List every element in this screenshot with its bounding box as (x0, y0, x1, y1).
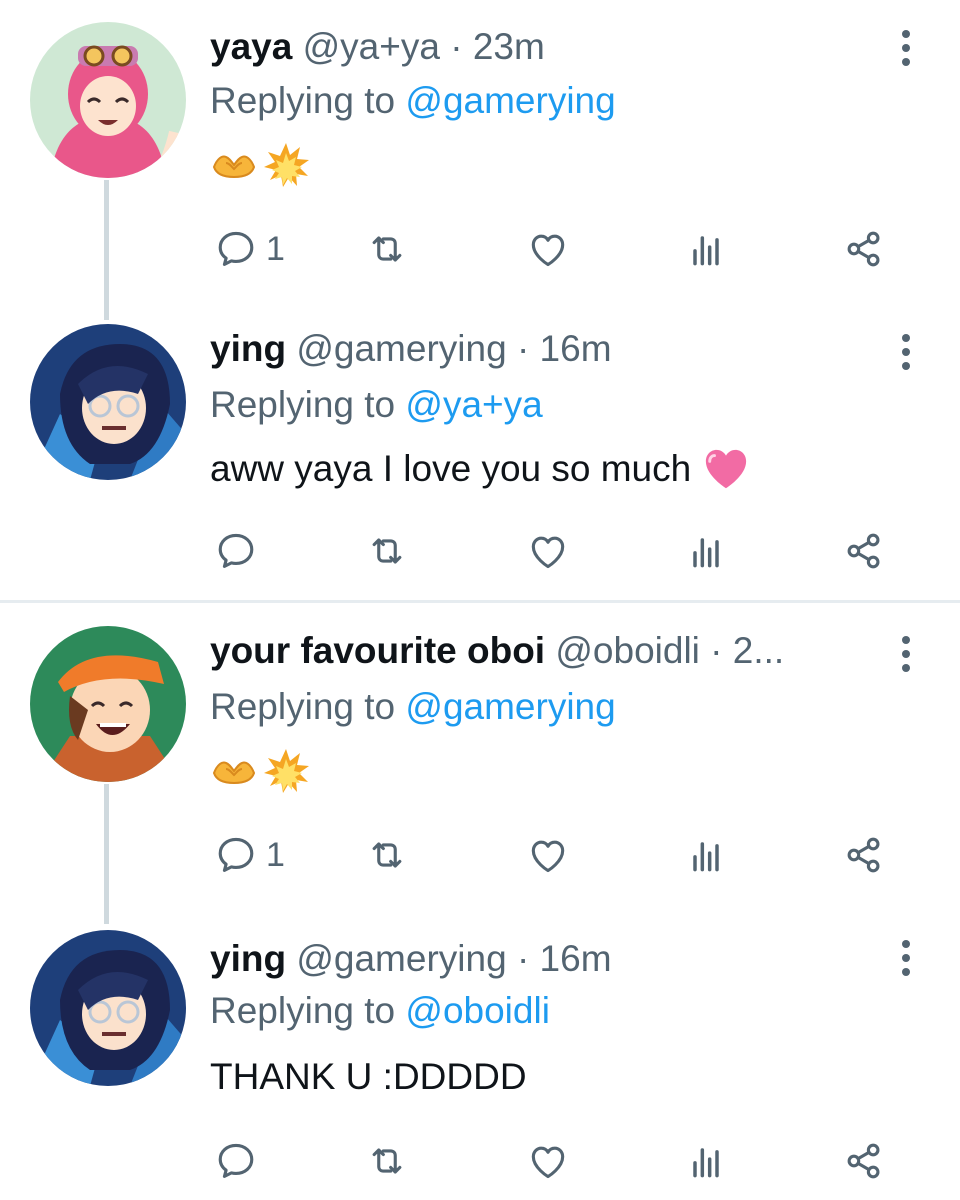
replying-to: Replying to @gamerying (210, 682, 616, 732)
share-icon (842, 227, 886, 271)
separator-dot: · (710, 630, 723, 671)
tweet-content: THANK U :DDDDD (210, 1052, 527, 1102)
share-icon (842, 529, 886, 573)
more-icon[interactable] (896, 28, 916, 68)
heart-hands-emoji (210, 747, 258, 795)
avatar-ying[interactable] (30, 930, 186, 1086)
views-icon (684, 227, 728, 271)
timestamp[interactable]: 2... (733, 630, 784, 671)
timestamp[interactable]: 16m (540, 328, 612, 369)
user-handle[interactable]: @gamerying (296, 328, 506, 369)
replying-label: Replying to (210, 384, 396, 425)
thread-divider (0, 600, 960, 603)
replying-label: Replying to (210, 990, 396, 1031)
avatar-ying[interactable] (30, 324, 186, 480)
like-icon (526, 227, 570, 271)
timestamp[interactable]: 23m (473, 26, 545, 67)
tweet-actions (0, 1136, 960, 1186)
mention-link[interactable]: @gamerying (405, 80, 615, 121)
share-button[interactable] (842, 526, 886, 576)
pink-heart-emoji (703, 446, 749, 492)
retweet-button[interactable] (365, 830, 409, 880)
more-icon[interactable] (896, 938, 916, 978)
reply-button[interactable]: 1 (214, 224, 285, 274)
views-icon (684, 1139, 728, 1183)
more-icon[interactable] (896, 332, 916, 372)
like-button[interactable] (526, 526, 570, 576)
views-icon (684, 529, 728, 573)
retweet-icon (365, 1139, 409, 1183)
user-handle[interactable]: @gamerying (296, 938, 506, 979)
like-button[interactable] (526, 224, 570, 274)
share-button[interactable] (842, 224, 886, 274)
separator-dot: · (516, 938, 530, 979)
collision-emoji (262, 141, 310, 189)
replying-to: Replying to @oboidli (210, 986, 550, 1036)
reply-icon (214, 227, 258, 271)
tweet-actions: 1 (0, 830, 960, 880)
tweet-3[interactable]: your favourite oboi @oboidli · 2... Repl… (0, 604, 960, 924)
retweet-button[interactable] (365, 526, 409, 576)
retweet-button[interactable] (365, 224, 409, 274)
tweet-content (210, 746, 310, 796)
reply-icon (214, 1139, 258, 1183)
tweet-text: aww yaya I love you so much (210, 448, 692, 489)
display-name[interactable]: yaya (210, 26, 292, 67)
display-name[interactable]: ying (210, 938, 286, 979)
user-handle[interactable]: @ya+ya (303, 26, 440, 67)
tweet-1[interactable]: yaya @ya+ya · 23m Replying to @gamerying… (0, 0, 960, 320)
like-icon (526, 1139, 570, 1183)
user-handle[interactable]: @oboidli (555, 630, 700, 671)
views-button[interactable] (684, 526, 728, 576)
reply-icon (214, 529, 258, 573)
avatar-yaya[interactable] (30, 22, 186, 178)
views-button[interactable] (684, 830, 728, 880)
display-name[interactable]: ying (210, 328, 286, 369)
tweet-actions (0, 526, 960, 576)
reply-count: 1 (266, 835, 285, 874)
reply-count: 1 (266, 229, 285, 268)
views-button[interactable] (684, 224, 728, 274)
display-name[interactable]: your favourite oboi (210, 630, 545, 671)
retweet-button[interactable] (365, 1136, 409, 1186)
separator-dot: · (450, 26, 463, 67)
separator-dot: · (516, 328, 530, 369)
replying-label: Replying to (210, 80, 396, 121)
replying-to: Replying to @ya+ya (210, 380, 543, 430)
reply-button[interactable]: 1 (214, 830, 285, 880)
tweet-content (210, 140, 310, 190)
share-button[interactable] (842, 830, 886, 880)
like-icon (526, 833, 570, 877)
like-button[interactable] (526, 830, 570, 880)
reply-icon (214, 833, 258, 877)
tweet-text: THANK U :DDDDD (210, 1056, 527, 1097)
heart-hands-emoji (210, 141, 258, 189)
retweet-icon (365, 529, 409, 573)
retweet-icon (365, 833, 409, 877)
mention-link[interactable]: @gamerying (405, 686, 615, 727)
tweet-4[interactable]: ying @gamerying · 16m Replying to @oboid… (0, 906, 960, 1200)
share-icon (842, 833, 886, 877)
reply-button[interactable] (214, 1136, 258, 1186)
views-icon (684, 833, 728, 877)
replying-label: Replying to (210, 686, 396, 727)
more-icon[interactable] (896, 634, 916, 674)
timestamp[interactable]: 16m (540, 938, 612, 979)
like-icon (526, 529, 570, 573)
avatar-oboi[interactable] (30, 626, 186, 782)
retweet-icon (365, 227, 409, 271)
share-button[interactable] (842, 1136, 886, 1186)
tweet-actions: 1 (0, 224, 960, 274)
replying-to: Replying to @gamerying (210, 76, 616, 126)
mention-link[interactable]: @oboidli (405, 990, 550, 1031)
share-icon (842, 1139, 886, 1183)
like-button[interactable] (526, 1136, 570, 1186)
tweet-2[interactable]: ying @gamerying · 16m Replying to @ya+ya… (0, 300, 960, 600)
mention-link[interactable]: @ya+ya (405, 384, 542, 425)
views-button[interactable] (684, 1136, 728, 1186)
collision-emoji (262, 747, 310, 795)
reply-button[interactable] (214, 526, 258, 576)
tweet-content: aww yaya I love you so much (210, 444, 749, 494)
